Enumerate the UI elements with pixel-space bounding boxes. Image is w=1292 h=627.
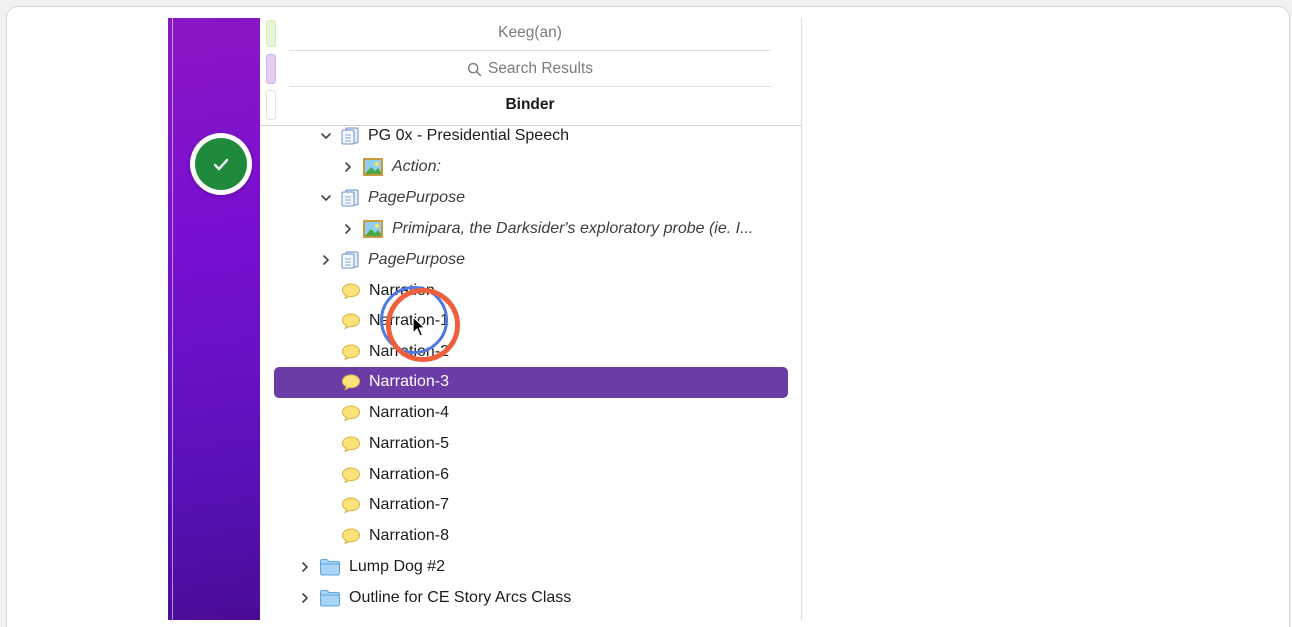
binder-item-label: Narration-3 (369, 373, 450, 390)
speech-bubble-icon (341, 373, 361, 391)
speech-bubble-icon (341, 435, 361, 453)
binder-item-narration-6[interactable]: Narration-6 (341, 460, 449, 490)
image-icon (362, 219, 384, 239)
speech-bubble-icon (341, 496, 361, 514)
binder-item-outline[interactable]: Outline for CE Story Arcs Class (298, 583, 571, 613)
speech-bubble-icon (341, 527, 361, 545)
search-results-tab[interactable]: Search Results (289, 51, 771, 87)
binder-item-label: Outline for CE Story Arcs Class (349, 589, 572, 606)
mouse-cursor-icon (412, 316, 426, 337)
binder-item-narration-3[interactable]: Narration-3 (341, 367, 449, 397)
purple-sidebar (168, 18, 260, 620)
search-icon (467, 62, 482, 77)
chevron-right-icon[interactable] (298, 591, 312, 605)
binder-item-presidential-speech[interactable]: PG 0x - Presidential Speech (319, 121, 569, 151)
binder-item-label: Narration-4 (369, 404, 450, 421)
binder-item-narration-4[interactable]: Narration-4 (341, 398, 449, 428)
binder-tab[interactable]: Binder (289, 87, 771, 123)
binder-item-label: Narration-5 (369, 435, 450, 452)
chevron-right-icon[interactable] (298, 560, 312, 574)
speech-bubble-icon (341, 282, 361, 300)
binder-item-label: Action: (392, 158, 441, 175)
chevron-down-icon[interactable] (319, 129, 333, 143)
binder-item-label: PG 0x - Presidential Speech (368, 127, 569, 144)
binder-item-pagepurpose-1[interactable]: PagePurpose (319, 183, 465, 213)
search-results-label: Search Results (487, 60, 594, 77)
binder-item-label: PagePurpose (368, 251, 465, 268)
text-doc-icon (340, 189, 360, 207)
label-strip-purple (266, 54, 276, 84)
label-strip-green (266, 20, 276, 47)
chevron-right-icon[interactable] (341, 160, 355, 174)
binder-item-label: PagePurpose (368, 189, 465, 206)
speech-bubble-icon (341, 404, 361, 422)
label-strip-white (266, 90, 276, 120)
chevron-down-icon[interactable] (319, 191, 333, 205)
text-doc-icon (340, 127, 360, 145)
chevron-right-icon[interactable] (319, 253, 333, 267)
binder-item-pagepurpose-2[interactable]: PagePurpose (319, 245, 465, 275)
binder-item-label: Narration-7 (369, 496, 450, 513)
binder-item-primipara[interactable]: Primipara, the Darksider's exploratory p… (341, 214, 753, 244)
folder-icon (319, 589, 341, 607)
binder-item-lump-dog[interactable]: Lump Dog #2 (298, 552, 445, 582)
text-doc-icon (340, 251, 360, 269)
sidebar-edge-line (172, 18, 173, 620)
speech-bubble-icon (341, 343, 361, 361)
binder-item-label: Lump Dog #2 (349, 558, 446, 575)
speech-bubble-icon (341, 466, 361, 484)
binder-item-action[interactable]: Action: (341, 152, 441, 182)
speech-bubble-icon (341, 312, 361, 330)
binder-item-label: Narration-6 (369, 466, 450, 483)
binder-item-narration-5[interactable]: Narration-5 (341, 429, 449, 459)
folder-icon (319, 558, 341, 576)
image-icon (362, 157, 384, 177)
checkmark-icon (213, 158, 229, 171)
binder-item-narration-8[interactable]: Narration-8 (341, 521, 449, 551)
chevron-right-icon[interactable] (341, 222, 355, 236)
binder-item-narration-7[interactable]: Narration-7 (341, 490, 449, 520)
binder-label: Binder (505, 96, 555, 113)
step-complete-badge (190, 133, 252, 195)
project-title[interactable]: Keeg(an) (289, 15, 771, 51)
binder-item-label: Narration-8 (369, 527, 450, 544)
project-title-label: Keeg(an) (498, 24, 562, 41)
binder-item-label: Primipara, the Darksider's exploratory p… (392, 220, 754, 237)
